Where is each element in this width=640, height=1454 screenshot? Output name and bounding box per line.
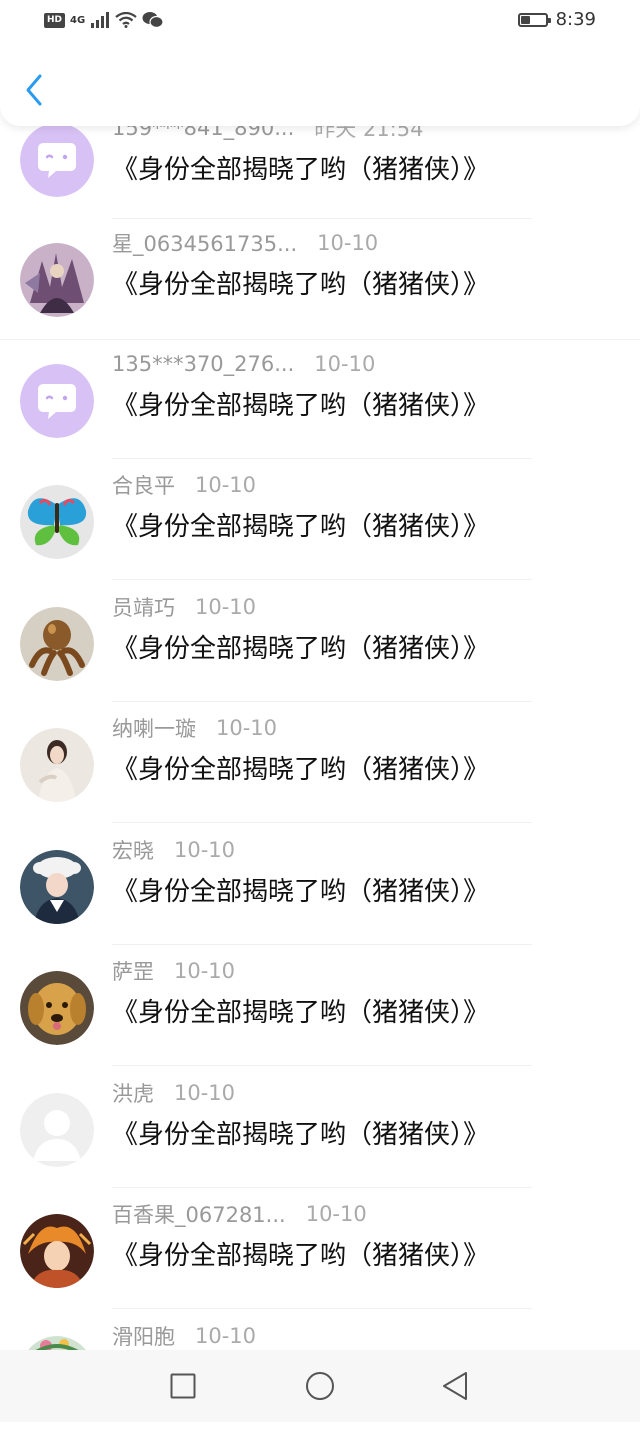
list-item[interactable]: 合良平 10-10 《身份全部揭晓了哟（猪猪侠）》 [0, 473, 640, 603]
message-time: 10-10 [216, 716, 278, 740]
octopus-statue-avatar-icon [20, 607, 94, 681]
message-text: 《身份全部揭晓了哟（猪猪侠）》 [112, 755, 490, 785]
back-button[interactable] [16, 68, 52, 112]
sender-name: 合良平 [112, 474, 175, 498]
message-text: 《身份全部揭晓了哟（猪猪侠）》 [112, 512, 490, 542]
signal-icon [91, 12, 110, 28]
message-meta: 135***370_276... 10-10 [112, 349, 375, 379]
sender-name: 洪虎 [112, 1082, 154, 1106]
woman-photo-avatar-icon [20, 728, 94, 802]
message-text: 《身份全部揭晓了哟（猪猪侠）》 [112, 1241, 490, 1271]
divider [112, 458, 532, 459]
divider [112, 1187, 532, 1188]
wifi-icon [115, 12, 137, 28]
default-chat-avatar-icon [20, 123, 94, 197]
divider [112, 1065, 532, 1066]
message-meta: 滑阳胞 10-10 [112, 1321, 256, 1351]
message-meta: 洪虎 10-10 [112, 1078, 235, 1108]
message-meta: 合良平 10-10 [112, 470, 256, 500]
top-bar [0, 44, 640, 126]
message-time: 10-10 [317, 231, 379, 255]
message-text: 《身份全部揭晓了哟（猪猪侠）》 [112, 877, 490, 907]
anime-avatar-icon [20, 1214, 94, 1288]
puppy-avatar-icon [20, 971, 94, 1045]
message-text: 《身份全部揭晓了哟（猪猪侠）》 [112, 998, 490, 1028]
message-meta: 宏晓 10-10 [112, 835, 235, 865]
wechat-icon [142, 12, 164, 29]
status-right: 8:39 [517, 9, 596, 30]
clock: 8:39 [555, 9, 596, 30]
list-item[interactable]: 洪虎 10-10 《身份全部揭晓了哟（猪猪侠）》 [0, 1081, 640, 1211]
avatar[interactable] [20, 1214, 94, 1288]
list-item[interactable]: 萨罡 10-10 《身份全部揭晓了哟（猪猪侠）》 [0, 959, 640, 1089]
message-meta: 萨罡 10-10 [112, 956, 235, 986]
divider [0, 339, 640, 340]
avatar[interactable] [20, 1093, 94, 1167]
divider [112, 701, 532, 702]
battery-icon [517, 12, 551, 27]
sender-name: 135***370_276... [112, 352, 295, 376]
message-time: 10-10 [174, 838, 236, 862]
hd-badge: HD [44, 12, 66, 28]
triangle-back-icon [443, 1372, 467, 1400]
avatar[interactable] [20, 607, 94, 681]
status-bar: HD 4G 8:39 [0, 0, 640, 44]
sender-name: 星_0634561735... [112, 232, 298, 256]
sender-name: 萨罡 [112, 960, 154, 984]
divider [112, 579, 532, 580]
butterfly-avatar-icon [20, 485, 94, 559]
sender-name: 纳喇一璇 [112, 717, 196, 741]
illustration-avatar-icon [20, 243, 94, 317]
avatar[interactable] [20, 971, 94, 1045]
child-photo-avatar-icon [20, 850, 94, 924]
list-item[interactable]: 员靖巧 10-10 《身份全部揭晓了哟（猪猪侠）》 [0, 595, 640, 725]
avatar[interactable] [20, 364, 94, 438]
recents-button[interactable] [165, 1368, 201, 1404]
network-type: 4G [70, 14, 86, 26]
message-text: 《身份全部揭晓了哟（猪猪侠）》 [112, 155, 490, 185]
message-time: 10-10 [314, 352, 376, 376]
message-text: 《身份全部揭晓了哟（猪猪侠）》 [112, 391, 490, 421]
list-item[interactable]: 百香果_067281... 10-10 《身份全部揭晓了哟（猪猪侠）》 [0, 1202, 640, 1332]
home-button[interactable] [302, 1368, 338, 1404]
sender-name: 百香果_067281... [112, 1203, 286, 1227]
message-time: 10-10 [174, 1081, 236, 1105]
blank-user-avatar-icon [20, 1093, 94, 1167]
message-meta: 员靖巧 10-10 [112, 592, 256, 622]
circle-icon [306, 1372, 334, 1400]
system-back-button[interactable] [437, 1368, 473, 1404]
divider [112, 218, 532, 219]
list-item[interactable]: 纳喇一璇 10-10 《身份全部揭晓了哟（猪猪侠）》 [0, 716, 640, 846]
message-time: 10-10 [195, 473, 257, 497]
list-item[interactable]: 星_0634561735... 10-10 《身份全部揭晓了哟（猪猪侠）》 [0, 231, 640, 361]
message-text: 《身份全部揭晓了哟（猪猪侠）》 [112, 1120, 490, 1150]
message-meta: 纳喇一璇 10-10 [112, 713, 277, 743]
message-text: 《身份全部揭晓了哟（猪猪侠）》 [112, 270, 490, 300]
message-time: 10-10 [195, 595, 257, 619]
message-time: 10-10 [174, 959, 236, 983]
avatar[interactable] [20, 728, 94, 802]
divider [112, 1308, 532, 1309]
divider [112, 944, 532, 945]
avatar[interactable] [20, 123, 94, 197]
list-item[interactable]: 宏晓 10-10 《身份全部揭晓了哟（猪猪侠）》 [0, 838, 640, 968]
message-time: 10-10 [195, 1324, 257, 1348]
message-meta: 星_0634561735... 10-10 [112, 228, 378, 258]
message-text: 《身份全部揭晓了哟（猪猪侠）》 [112, 634, 490, 664]
chevron-left-icon [26, 74, 42, 106]
square-icon [170, 1373, 196, 1399]
message-time: 10-10 [305, 1202, 367, 1226]
system-nav-bar [0, 1350, 640, 1422]
avatar[interactable] [20, 485, 94, 559]
avatar[interactable] [20, 850, 94, 924]
default-chat-avatar-icon [20, 364, 94, 438]
sender-name: 宏晓 [112, 839, 154, 863]
status-left: HD 4G [44, 11, 164, 29]
message-meta: 百香果_067281... 10-10 [112, 1199, 367, 1229]
avatar[interactable] [20, 243, 94, 317]
sender-name: 滑阳胞 [112, 1325, 175, 1349]
list-item[interactable]: 135***370_276... 10-10 《身份全部揭晓了哟（猪猪侠）》 [0, 352, 640, 482]
divider [112, 822, 532, 823]
sender-name: 员靖巧 [112, 596, 175, 620]
